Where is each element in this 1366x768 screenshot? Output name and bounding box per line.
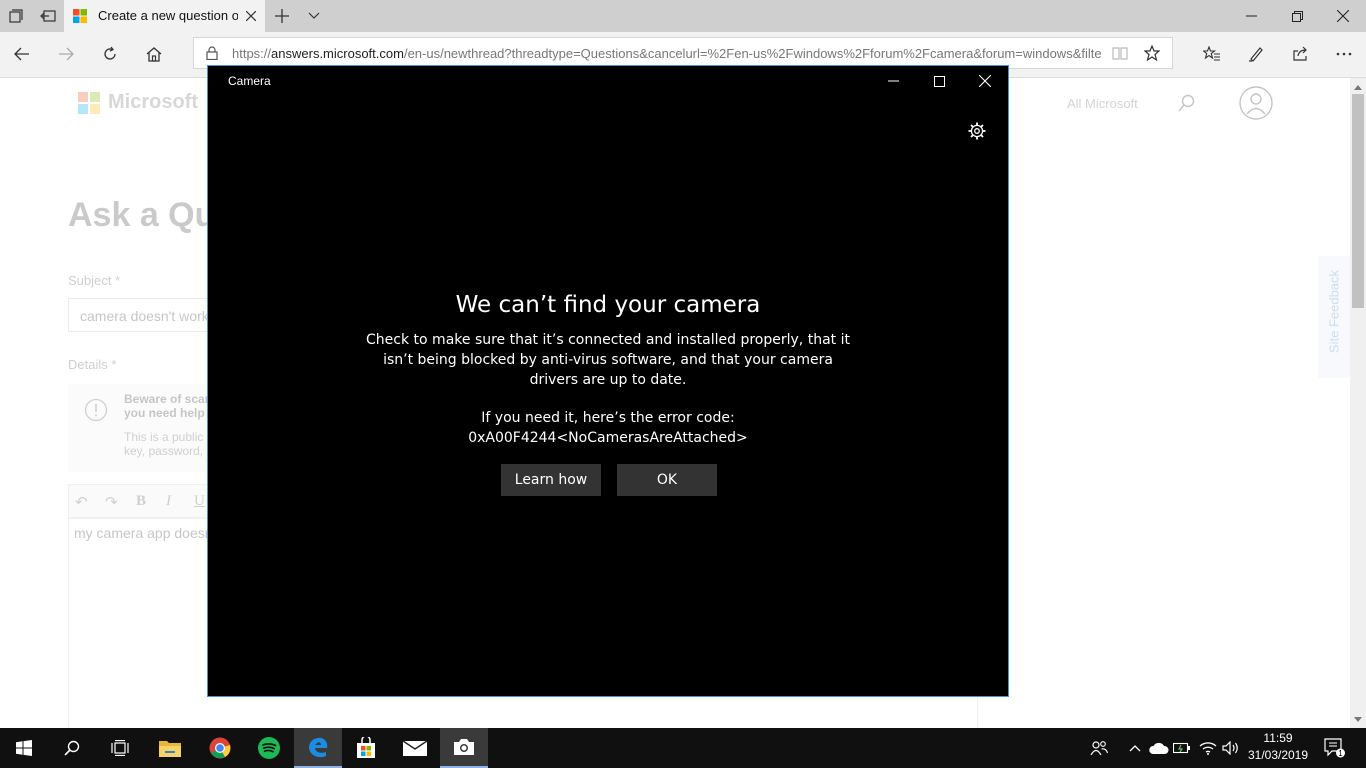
url-host: answers.microsoft.com [271,46,404,61]
camera-close-icon[interactable] [962,66,1008,96]
favorite-star-icon[interactable] [1144,45,1160,61]
people-icon[interactable] [1086,728,1112,768]
tab-title: Create a new question or start a discuss… [98,8,238,23]
tab-preview-chevron-icon[interactable] [298,0,330,32]
tab-manager-icon[interactable] [0,0,32,32]
camera-taskbar-icon[interactable] [440,728,488,768]
error-code-label: If you need it, here’s the error code: [481,410,735,426]
new-tab-icon[interactable] [266,0,298,32]
set-tabs-aside-icon[interactable] [32,0,64,32]
subject-label: Subject * [68,273,121,288]
camera-window-title: Camera [228,74,271,88]
italic-icon[interactable]: I [166,493,171,510]
browser-tab-bar: Create a new question or start a discuss… [0,0,1366,32]
camera-settings-gear-icon[interactable] [965,119,989,143]
tab-close-icon[interactable] [241,6,261,26]
error-code: 0xA00F4244<NoCamerasAreAttached> [468,430,748,446]
learn-how-button[interactable]: Learn how [501,464,601,496]
back-arrow-icon[interactable] [4,38,40,70]
clock-time: 11:59 [1263,731,1293,745]
onedrive-cloud-icon[interactable] [1148,728,1170,768]
bold-icon[interactable]: B [136,493,146,510]
subject-value: camera doesn't work [80,308,209,324]
camera-app-window: Camera We can’t find your camera Check t… [207,65,1009,697]
error-message: Check to make sure that it’s connected a… [366,332,850,388]
warning-text: This is a public key, password, [124,430,204,458]
details-label: Details * [68,357,117,372]
microsoft-logo-icon [78,91,100,114]
action-center-icon[interactable]: 1 [1320,728,1350,768]
spotify-icon[interactable] [245,728,293,768]
tab-active[interactable]: Create a new question or start a discuss… [64,0,265,32]
microsoft-logo[interactable]: Microsoft [78,91,198,114]
lock-icon[interactable] [206,46,218,60]
taskbar-clock[interactable]: 11:59 31/03/2019 [1244,730,1312,764]
wifi-icon[interactable] [1197,728,1219,768]
account-avatar-icon[interactable] [1239,86,1273,120]
refresh-icon[interactable] [92,38,128,70]
site-search-icon[interactable] [1178,94,1196,112]
home-icon[interactable] [136,38,172,70]
task-view-icon[interactable] [96,728,144,768]
browser-restore-icon[interactable] [1274,0,1320,32]
site-feedback-tab[interactable]: Site Feedback [1318,256,1350,378]
camera-minimize-icon[interactable] [870,66,916,96]
forward-arrow-icon[interactable] [48,38,84,70]
notification-count: 1 [1338,749,1343,758]
volume-speaker-icon[interactable] [1220,728,1242,768]
error-title: We can’t find your camera [455,292,761,318]
microsoft-favicon-icon [73,9,87,23]
all-microsoft-menu[interactable]: All Microsoft [1067,96,1138,111]
undo-icon[interactable]: ↶ [75,493,88,511]
search-icon[interactable] [48,728,96,768]
camera-maximize-icon[interactable] [916,66,962,96]
browser-close-icon[interactable] [1320,0,1366,32]
mail-icon[interactable] [391,728,439,768]
show-hidden-icons-chevron-icon[interactable] [1124,728,1146,768]
scroll-down-arrow-icon[interactable] [1350,712,1366,726]
chrome-icon[interactable] [196,728,244,768]
battery-icon[interactable] [1172,728,1194,768]
redo-icon[interactable]: ↷ [105,493,118,511]
web-note-pen-icon[interactable] [1238,38,1274,70]
info-icon [84,398,108,422]
start-windows-icon[interactable] [0,728,48,768]
edge-icon[interactable] [294,728,342,768]
share-icon[interactable] [1282,38,1318,70]
more-options-icon[interactable] [1326,38,1362,70]
underline-icon[interactable]: U [194,493,205,510]
url-text[interactable]: https://answers.microsoft.com/en-us/newt… [232,46,1102,61]
file-explorer-icon[interactable] [146,728,194,768]
store-icon[interactable] [342,728,390,768]
url-path: /en-us/newthread?threadtype=Questions&ca… [403,46,1102,61]
windows-taskbar: 11:59 31/03/2019 1 [0,728,1366,768]
scrollbar-thumb[interactable] [1352,94,1364,308]
ok-button[interactable]: OK [617,464,717,496]
browser-minimize-icon[interactable] [1228,0,1274,32]
favorites-hub-icon[interactable] [1194,38,1230,70]
editor-text: my camera app doesn't [74,525,220,541]
reading-view-icon[interactable] [1112,46,1128,60]
scroll-up-arrow-icon[interactable] [1350,80,1366,94]
clock-date: 31/03/2019 [1247,748,1309,762]
site-feedback-label: Site Feedback [1326,269,1342,354]
brand-name: Microsoft [108,91,198,113]
